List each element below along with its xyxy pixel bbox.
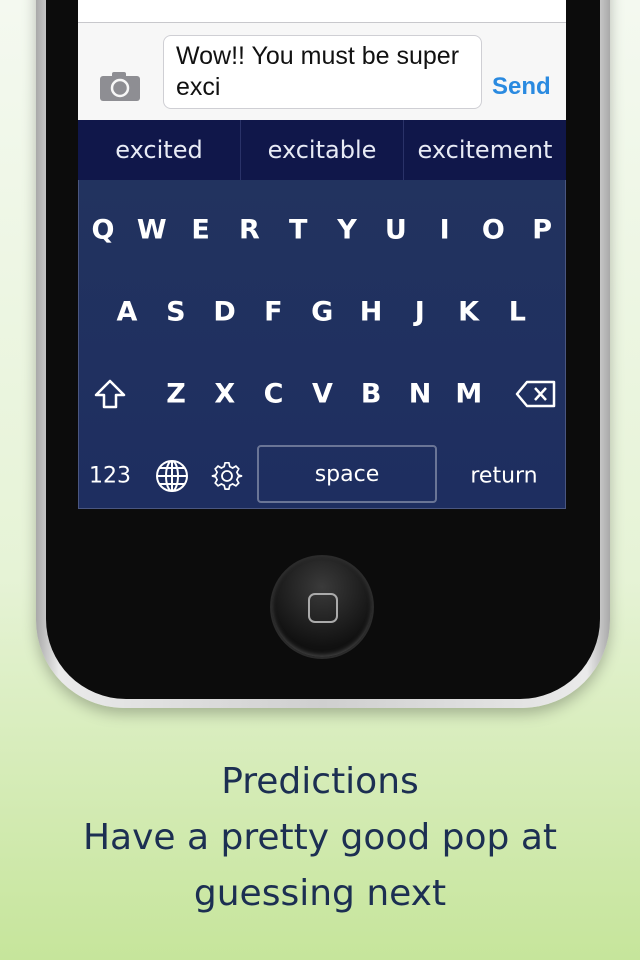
key-n[interactable]: N bbox=[409, 379, 432, 410]
key-q[interactable]: Q bbox=[92, 215, 115, 246]
message-input-bar: Wow!! You must be super exci Send bbox=[78, 23, 566, 120]
key-x[interactable]: X bbox=[214, 379, 235, 410]
send-button[interactable]: Send bbox=[492, 73, 551, 101]
key-t[interactable]: T bbox=[289, 215, 307, 246]
backspace-icon[interactable] bbox=[515, 380, 557, 408]
key-s[interactable]: S bbox=[166, 297, 185, 328]
shift-icon[interactable] bbox=[93, 378, 127, 410]
key-y[interactable]: Y bbox=[337, 215, 357, 246]
key-k[interactable]: K bbox=[458, 297, 479, 328]
key-v[interactable]: V bbox=[312, 379, 333, 410]
space-key[interactable]: space bbox=[257, 445, 437, 503]
keyboard: 123 space return QWERTYU I OP ASDFGH J KL ZXCV… bbox=[78, 180, 566, 509]
key-h[interactable]: H bbox=[360, 297, 383, 328]
caption-line: Have a pretty good pop at bbox=[82, 817, 558, 858]
key-r[interactable]: R bbox=[239, 215, 260, 246]
suggestion-bar: excited excitable excitement bbox=[78, 120, 566, 180]
phone-screen: Wow!! You must be super exci Send excite… bbox=[78, 0, 566, 509]
key-e[interactable]: E bbox=[191, 215, 209, 246]
caption-line: guessing next bbox=[193, 873, 447, 914]
key-o[interactable]: O bbox=[482, 215, 505, 246]
key-f[interactable]: F bbox=[264, 297, 282, 328]
suggestion-item[interactable]: excitement bbox=[404, 120, 566, 180]
key-d[interactable]: D bbox=[213, 297, 235, 328]
key-z[interactable]: Z bbox=[166, 379, 186, 410]
key-m[interactable]: M bbox=[455, 379, 482, 410]
key-c[interactable]: C bbox=[264, 379, 284, 410]
suggestion-item[interactable]: excited bbox=[78, 120, 241, 180]
key-l[interactable]: L bbox=[509, 297, 526, 328]
numbers-key[interactable]: 123 bbox=[89, 464, 131, 489]
key-w[interactable]: W bbox=[137, 215, 167, 246]
key-p[interactable]: P bbox=[532, 215, 552, 246]
key-b[interactable]: B bbox=[361, 379, 382, 410]
key-u[interactable]: U bbox=[385, 215, 407, 246]
home-button[interactable] bbox=[270, 555, 374, 659]
globe-icon[interactable] bbox=[155, 459, 189, 493]
suggestion-item[interactable]: excitable bbox=[241, 120, 404, 180]
key-j[interactable]: J bbox=[415, 297, 425, 328]
message-input[interactable]: Wow!! You must be super exci bbox=[163, 35, 482, 109]
caption-title: Predictions bbox=[221, 761, 419, 802]
caption: Predictions Have a pretty good pop at gu… bbox=[0, 754, 640, 922]
key-a[interactable]: A bbox=[117, 297, 138, 328]
camera-icon[interactable] bbox=[100, 71, 140, 101]
return-key[interactable]: return bbox=[470, 464, 537, 489]
key-i[interactable]: I bbox=[440, 215, 450, 246]
key-g[interactable]: G bbox=[311, 297, 333, 328]
gear-icon[interactable] bbox=[211, 460, 243, 492]
